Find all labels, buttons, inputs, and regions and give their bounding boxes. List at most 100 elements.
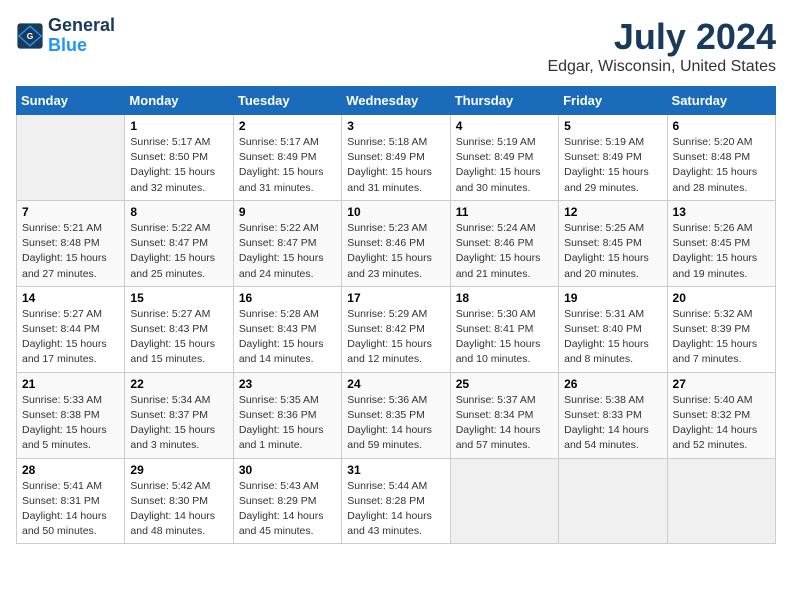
calendar-cell bbox=[559, 458, 667, 544]
day-number: 25 bbox=[456, 377, 553, 391]
calendar-cell: 5Sunrise: 5:19 AM Sunset: 8:49 PM Daylig… bbox=[559, 115, 667, 201]
calendar-cell: 12 Sunrise: 5:25 AM Sunset: 8:45 PM Dayli… bbox=[559, 200, 667, 286]
day-info: Sunrise: 5:22 AM Sunset: 8:47 PM Dayligh… bbox=[130, 221, 227, 282]
day-number: 11 bbox=[456, 205, 553, 219]
day-number: 13 bbox=[673, 205, 770, 219]
calendar-week-row: 28 Sunrise: 5:41 AM Sunset: 8:31 PM Dayli… bbox=[17, 458, 776, 544]
calendar-cell: 19 Sunrise: 5:31 AM Sunset: 8:40 PM Dayli… bbox=[559, 286, 667, 372]
day-info: Sunrise: 5:17 AM Sunset: 8:50 PM Dayligh… bbox=[130, 135, 227, 196]
calendar-cell: 24Sunrise: 5:36 AM Sunset: 8:35 PM Dayli… bbox=[342, 372, 450, 458]
calendar-cell: 3Sunrise: 5:18 AM Sunset: 8:49 PM Daylig… bbox=[342, 115, 450, 201]
day-number: 8 bbox=[130, 205, 227, 219]
day-header-saturday: Saturday bbox=[667, 87, 775, 115]
day-info: Sunrise: 5:30 AM Sunset: 8:41 PM Dayligh… bbox=[456, 307, 553, 368]
day-number: 20 bbox=[673, 291, 770, 305]
day-number: 22 bbox=[130, 377, 227, 391]
day-header-wednesday: Wednesday bbox=[342, 87, 450, 115]
calendar-cell: 1Sunrise: 5:17 AM Sunset: 8:50 PM Daylig… bbox=[125, 115, 233, 201]
svg-text:G: G bbox=[27, 31, 34, 41]
calendar-cell: 10Sunrise: 5:23 AM Sunset: 8:46 PM Dayli… bbox=[342, 200, 450, 286]
calendar-cell: 17Sunrise: 5:29 AM Sunset: 8:42 PM Dayli… bbox=[342, 286, 450, 372]
calendar-cell: 23 Sunrise: 5:35 AM Sunset: 8:36 PM Dayli… bbox=[233, 372, 341, 458]
calendar-cell: 15 Sunrise: 5:27 AM Sunset: 8:43 PM Dayli… bbox=[125, 286, 233, 372]
calendar-cell: 31Sunrise: 5:44 AM Sunset: 8:28 PM Dayli… bbox=[342, 458, 450, 544]
calendar-cell: 9 Sunrise: 5:22 AM Sunset: 8:47 PM Daylig… bbox=[233, 200, 341, 286]
calendar-week-row: 21 Sunrise: 5:33 AM Sunset: 8:38 PM Dayli… bbox=[17, 372, 776, 458]
day-info: Sunrise: 5:19 AM Sunset: 8:49 PM Dayligh… bbox=[456, 135, 553, 196]
day-info: Sunrise: 5:34 AM Sunset: 8:37 PM Dayligh… bbox=[130, 393, 227, 454]
day-header-sunday: Sunday bbox=[17, 87, 125, 115]
calendar-week-row: 1Sunrise: 5:17 AM Sunset: 8:50 PM Daylig… bbox=[17, 115, 776, 201]
calendar-cell: 13 Sunrise: 5:26 AM Sunset: 8:45 PM Dayli… bbox=[667, 200, 775, 286]
day-number: 15 bbox=[130, 291, 227, 305]
day-number: 9 bbox=[239, 205, 336, 219]
calendar-cell: 28 Sunrise: 5:41 AM Sunset: 8:31 PM Dayli… bbox=[17, 458, 125, 544]
day-number: 5 bbox=[564, 119, 661, 133]
day-header-tuesday: Tuesday bbox=[233, 87, 341, 115]
calendar-cell: 25 Sunrise: 5:37 AM Sunset: 8:34 PM Dayli… bbox=[450, 372, 558, 458]
day-info: Sunrise: 5:22 AM Sunset: 8:47 PM Dayligh… bbox=[239, 221, 336, 282]
title-block: July 2024 Edgar, Wisconsin, United State… bbox=[547, 16, 776, 76]
day-number: 21 bbox=[22, 377, 119, 391]
calendar-table: SundayMondayTuesdayWednesdayThursdayFrid… bbox=[16, 86, 776, 544]
logo-line2: Blue bbox=[48, 36, 115, 56]
calendar-cell: 29 Sunrise: 5:42 AM Sunset: 8:30 PM Dayli… bbox=[125, 458, 233, 544]
page-header: G General Blue July 2024 Edgar, Wisconsi… bbox=[16, 16, 776, 76]
day-info: Sunrise: 5:18 AM Sunset: 8:49 PM Dayligh… bbox=[347, 135, 444, 196]
calendar-cell: 2Sunrise: 5:17 AM Sunset: 8:49 PM Daylig… bbox=[233, 115, 341, 201]
day-number: 26 bbox=[564, 377, 661, 391]
day-number: 28 bbox=[22, 463, 119, 477]
day-info: Sunrise: 5:20 AM Sunset: 8:48 PM Dayligh… bbox=[673, 135, 770, 196]
calendar-cell: 30Sunrise: 5:43 AM Sunset: 8:29 PM Dayli… bbox=[233, 458, 341, 544]
logo-icon: G bbox=[16, 22, 44, 50]
calendar-cell: 21 Sunrise: 5:33 AM Sunset: 8:38 PM Dayli… bbox=[17, 372, 125, 458]
day-info: Sunrise: 5:36 AM Sunset: 8:35 PM Dayligh… bbox=[347, 393, 444, 454]
day-number: 19 bbox=[564, 291, 661, 305]
day-info: Sunrise: 5:37 AM Sunset: 8:34 PM Dayligh… bbox=[456, 393, 553, 454]
day-header-thursday: Thursday bbox=[450, 87, 558, 115]
day-info: Sunrise: 5:41 AM Sunset: 8:31 PM Dayligh… bbox=[22, 479, 119, 540]
day-number: 2 bbox=[239, 119, 336, 133]
day-number: 12 bbox=[564, 205, 661, 219]
day-header-friday: Friday bbox=[559, 87, 667, 115]
day-number: 27 bbox=[673, 377, 770, 391]
day-info: Sunrise: 5:27 AM Sunset: 8:43 PM Dayligh… bbox=[130, 307, 227, 368]
day-number: 6 bbox=[673, 119, 770, 133]
day-number: 29 bbox=[130, 463, 227, 477]
day-info: Sunrise: 5:28 AM Sunset: 8:43 PM Dayligh… bbox=[239, 307, 336, 368]
day-info: Sunrise: 5:33 AM Sunset: 8:38 PM Dayligh… bbox=[22, 393, 119, 454]
calendar-cell: 6 Sunrise: 5:20 AM Sunset: 8:48 PM Daylig… bbox=[667, 115, 775, 201]
day-info: Sunrise: 5:24 AM Sunset: 8:46 PM Dayligh… bbox=[456, 221, 553, 282]
calendar-cell: 8 Sunrise: 5:22 AM Sunset: 8:47 PM Daylig… bbox=[125, 200, 233, 286]
day-info: Sunrise: 5:40 AM Sunset: 8:32 PM Dayligh… bbox=[673, 393, 770, 454]
calendar-cell: 14Sunrise: 5:27 AM Sunset: 8:44 PM Dayli… bbox=[17, 286, 125, 372]
day-info: Sunrise: 5:44 AM Sunset: 8:28 PM Dayligh… bbox=[347, 479, 444, 540]
day-number: 16 bbox=[239, 291, 336, 305]
day-info: Sunrise: 5:35 AM Sunset: 8:36 PM Dayligh… bbox=[239, 393, 336, 454]
calendar-cell: 26Sunrise: 5:38 AM Sunset: 8:33 PM Dayli… bbox=[559, 372, 667, 458]
logo: G General Blue bbox=[16, 16, 115, 56]
day-info: Sunrise: 5:25 AM Sunset: 8:45 PM Dayligh… bbox=[564, 221, 661, 282]
day-info: Sunrise: 5:42 AM Sunset: 8:30 PM Dayligh… bbox=[130, 479, 227, 540]
day-number: 23 bbox=[239, 377, 336, 391]
day-number: 14 bbox=[22, 291, 119, 305]
logo-line1: General bbox=[48, 16, 115, 36]
logo-text: General Blue bbox=[48, 16, 115, 56]
day-header-monday: Monday bbox=[125, 87, 233, 115]
day-info: Sunrise: 5:31 AM Sunset: 8:40 PM Dayligh… bbox=[564, 307, 661, 368]
day-info: Sunrise: 5:32 AM Sunset: 8:39 PM Dayligh… bbox=[673, 307, 770, 368]
calendar-cell: 4Sunrise: 5:19 AM Sunset: 8:49 PM Daylig… bbox=[450, 115, 558, 201]
calendar-cell: 7 Sunrise: 5:21 AM Sunset: 8:48 PM Daylig… bbox=[17, 200, 125, 286]
calendar-header-row: SundayMondayTuesdayWednesdayThursdayFrid… bbox=[17, 87, 776, 115]
day-info: Sunrise: 5:21 AM Sunset: 8:48 PM Dayligh… bbox=[22, 221, 119, 282]
day-number: 10 bbox=[347, 205, 444, 219]
calendar-cell: 11 Sunrise: 5:24 AM Sunset: 8:46 PM Dayli… bbox=[450, 200, 558, 286]
calendar-title: July 2024 bbox=[547, 16, 776, 58]
calendar-cell: 18Sunrise: 5:30 AM Sunset: 8:41 PM Dayli… bbox=[450, 286, 558, 372]
day-number: 30 bbox=[239, 463, 336, 477]
day-info: Sunrise: 5:26 AM Sunset: 8:45 PM Dayligh… bbox=[673, 221, 770, 282]
calendar-cell bbox=[17, 115, 125, 201]
calendar-cell bbox=[450, 458, 558, 544]
calendar-cell bbox=[667, 458, 775, 544]
day-number: 7 bbox=[22, 205, 119, 219]
